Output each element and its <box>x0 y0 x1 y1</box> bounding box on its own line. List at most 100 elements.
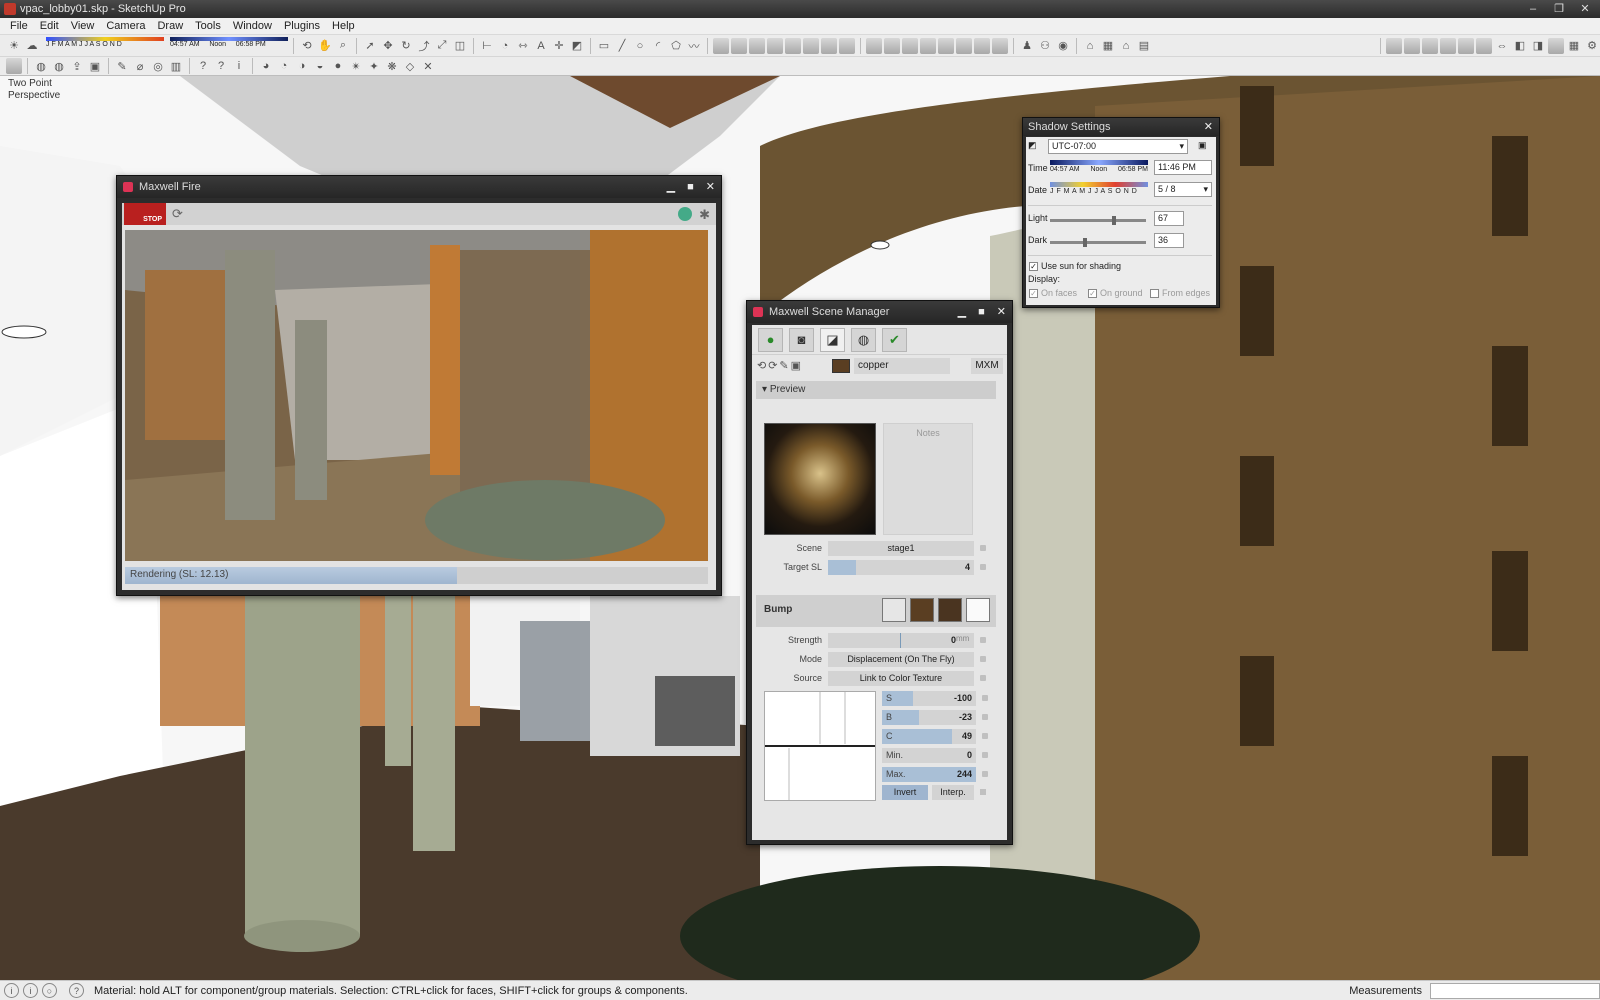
solid-union-icon[interactable]: ◧ <box>1512 38 1528 54</box>
back-view-icon[interactable] <box>938 37 954 54</box>
bump-white-swatch[interactable] <box>966 598 990 622</box>
menu-edit[interactable]: Edit <box>34 20 65 32</box>
date-slider[interactable]: J F M A M J J A S O N D <box>1050 182 1148 200</box>
orbit-icon[interactable]: ⟲ <box>299 38 315 54</box>
on-faces-checkbox[interactable]: ✓ On faces <box>1029 288 1077 298</box>
bump-param-row[interactable]: Min. 0 <box>878 748 988 763</box>
shadow-settings-titlebar[interactable]: Shadow Settings ✕ <box>1023 118 1219 136</box>
wireframe-style-icon[interactable] <box>992 37 1008 54</box>
mxm-button[interactable]: MXM <box>971 358 1003 374</box>
stop-button[interactable]: STOP <box>124 203 166 225</box>
time-input[interactable]: 11:46 PM <box>1154 160 1212 175</box>
menu-window[interactable]: Window <box>227 20 278 32</box>
strength-keyframe-dot[interactable] <box>980 637 986 643</box>
text-icon[interactable]: A <box>533 38 549 54</box>
bump-param-keyframe-dot[interactable] <box>982 695 988 701</box>
globe-icon[interactable]: ◍ <box>33 58 49 74</box>
invert-button[interactable]: Invert <box>882 785 928 800</box>
from-edges-checkbox[interactable]: From edges <box>1150 288 1210 298</box>
mode-select[interactable]: Displacement (On The Fly) <box>828 652 974 667</box>
push-pull-icon[interactable] <box>749 37 765 54</box>
materials-icon[interactable] <box>1422 37 1438 54</box>
offset-icon[interactable]: ◫ <box>452 38 468 54</box>
pencil-icon[interactable]: ✎ <box>114 58 130 74</box>
target-icon[interactable]: ◎ <box>150 58 166 74</box>
follow-me-icon[interactable]: ⤴ <box>416 38 432 54</box>
shadow-toggle-icon[interactable]: ◩ <box>1028 140 1037 151</box>
paint-bucket-icon[interactable] <box>713 37 729 54</box>
dark-slider-thumb[interactable] <box>1083 238 1087 247</box>
polygon-icon[interactable]: ⬠ <box>668 38 684 54</box>
bump-texture-swatch[interactable] <box>938 598 962 622</box>
dark-slider[interactable] <box>1050 238 1146 247</box>
scene-value[interactable]: stage1 <box>828 541 974 556</box>
shadow-settings-icon[interactable]: ☀ <box>6 38 22 54</box>
info-icon[interactable]: i <box>231 58 247 74</box>
light-input[interactable]: 67 <box>1154 211 1184 226</box>
freehand-icon[interactable]: 〰 <box>686 38 702 54</box>
entity-info-icon[interactable] <box>1476 37 1492 54</box>
maxwell-sphere-icon[interactable]: ● <box>330 58 346 74</box>
maxwell-fire-titlebar[interactable]: Maxwell Fire ▁ ■ ✕ <box>117 176 721 198</box>
bump-list-icon[interactable] <box>882 598 906 622</box>
dimension-icon[interactable]: ⇿ <box>515 38 531 54</box>
extension-icon[interactable]: ▤ <box>1136 38 1152 54</box>
dark-input[interactable]: 36 <box>1154 233 1184 248</box>
minimize-button[interactable]: ‒ <box>1524 0 1542 18</box>
fire-minimize-button[interactable]: ▁ <box>667 176 675 198</box>
layers-icon[interactable] <box>1386 37 1402 54</box>
bump-param-row[interactable]: Max. 244 <box>878 767 988 782</box>
pan-icon[interactable]: ✋ <box>317 38 333 54</box>
material-tool-icons[interactable]: ⟲⟳✎▣ <box>757 359 803 372</box>
light-slider-thumb[interactable] <box>1112 216 1116 225</box>
move-icon[interactable]: ✥ <box>380 38 396 54</box>
select-icon[interactable]: ➚ <box>362 38 378 54</box>
bump-param-keyframe-dot[interactable] <box>982 733 988 739</box>
interp-button[interactable]: Interp. <box>932 785 974 800</box>
eye-icon[interactable]: ◉ <box>1055 38 1071 54</box>
position-camera-icon[interactable] <box>803 37 819 54</box>
tape-measure-icon[interactable]: ⊢ <box>479 38 495 54</box>
menu-draw[interactable]: Draw <box>151 20 189 32</box>
refresh-icon[interactable]: ⟳ <box>172 206 183 222</box>
maxwell-light-icon[interactable]: ✦ <box>366 58 382 74</box>
bump-param-keyframe-dot[interactable] <box>982 752 988 758</box>
tab-camera-icon[interactable]: ◙ <box>789 327 814 352</box>
material-name-field[interactable]: copper <box>854 358 950 374</box>
maxwell-grass-icon[interactable]: ❋ <box>384 58 400 74</box>
help-context-icon[interactable]: ? <box>213 58 229 74</box>
scene-manager-titlebar[interactable]: Maxwell Scene Manager ▁ ■ ✕ <box>747 301 1012 323</box>
front-view-icon[interactable] <box>902 37 918 54</box>
footprints-icon[interactable]: ⚇ <box>1037 38 1053 54</box>
use-sun-checkbox[interactable]: ✓ Use sun for shading <box>1029 261 1121 271</box>
globe-add-icon[interactable]: ◍ <box>51 58 67 74</box>
walk-icon[interactable] <box>767 37 783 54</box>
scenes-icon[interactable] <box>1458 37 1474 54</box>
globe-icon[interactable] <box>678 207 692 221</box>
fire-maximize-button[interactable]: ■ <box>687 176 694 198</box>
maxwell-render-icon[interactable]: ◕ <box>258 58 274 74</box>
circle-icon[interactable]: ○ <box>632 38 648 54</box>
source-keyframe-dot[interactable] <box>980 675 986 681</box>
collapse-panel-icon[interactable]: ▣ <box>1198 140 1207 151</box>
tab-environment-globe-icon[interactable]: ● <box>758 327 783 352</box>
maxwell-diamond-icon[interactable]: ◇ <box>402 58 418 74</box>
menu-file[interactable]: File <box>4 20 34 32</box>
maxwell-scene-icon[interactable]: ◒ <box>312 58 328 74</box>
mode-keyframe-dot[interactable] <box>980 656 986 662</box>
solid-subtract-icon[interactable]: ◨ <box>1530 38 1546 54</box>
maxwell-emitter-icon[interactable]: ✴ <box>348 58 364 74</box>
folder-icon[interactable] <box>6 58 22 74</box>
bump-param-keyframe-dot[interactable] <box>982 714 988 720</box>
photo-icon[interactable]: ▣ <box>87 58 103 74</box>
on-ground-checkbox[interactable]: ✓ On ground <box>1088 288 1143 298</box>
help-icon[interactable]: ? <box>69 983 84 998</box>
scene-minimize-button[interactable]: ▁ <box>958 301 966 323</box>
credits-icon[interactable]: i <box>23 983 38 998</box>
tab-material-icon[interactable]: ◪ <box>820 327 845 352</box>
bump-color-swatch[interactable] <box>910 598 934 622</box>
menu-plugins[interactable]: Plugins <box>278 20 326 32</box>
person-icon[interactable]: ♟ <box>1019 38 1035 54</box>
date-input[interactable]: 5 / 8 ▾ <box>1154 182 1212 197</box>
eyedropper-icon[interactable]: ⌀ <box>132 58 148 74</box>
